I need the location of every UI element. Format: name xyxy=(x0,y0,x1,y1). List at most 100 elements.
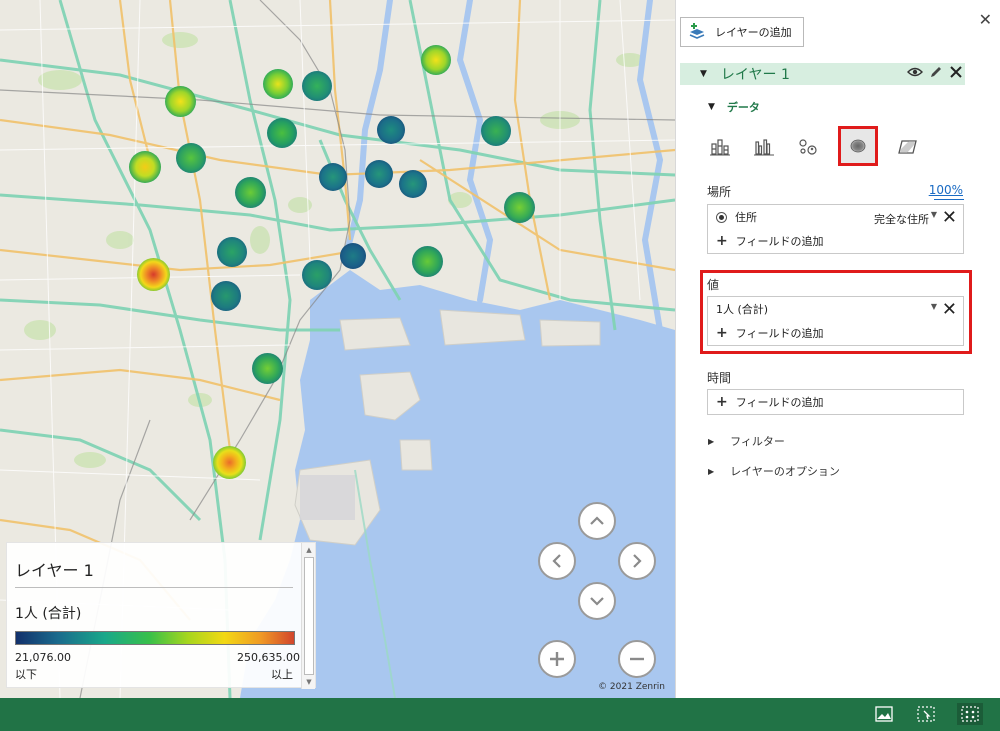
heat-spot[interactable] xyxy=(263,69,293,99)
heat-spot[interactable] xyxy=(302,260,332,290)
heat-spot[interactable] xyxy=(129,151,161,183)
map-labels-button[interactable] xyxy=(871,703,897,725)
scroll-thumb[interactable] xyxy=(304,557,314,675)
remove-field-icon[interactable]: ✕ xyxy=(942,207,957,228)
layer-header[interactable]: ▼ レイヤー 1 xyxy=(680,63,965,85)
heat-spot[interactable] xyxy=(137,258,170,291)
location-field-row[interactable]: 住所 完全な住所 ▼ ✕ xyxy=(708,205,963,229)
legend-min-value: 21,076.00 xyxy=(15,651,71,664)
add-time-field-row[interactable]: + フィールドの追加 xyxy=(708,390,963,414)
expand-triangle-icon: ▶ xyxy=(708,466,715,476)
location-box: 住所 完全な住所 ▼ ✕ + フィールドの追加 xyxy=(707,204,964,254)
legend-scrollbar[interactable]: ▲ ▼ xyxy=(301,543,315,689)
plus-icon: + xyxy=(716,233,728,249)
landscape-icon xyxy=(875,706,893,722)
heat-spot[interactable] xyxy=(504,192,535,223)
heat-spot[interactable] xyxy=(211,281,241,311)
dropdown-arrow-icon[interactable]: ▼ xyxy=(931,302,937,311)
map-view[interactable]: © 2021 Zenrin レイヤー 1 1人 (合計) 21,076.00 2… xyxy=(0,0,675,698)
pencil-icon[interactable] xyxy=(929,65,943,79)
heat-spot[interactable] xyxy=(377,116,405,144)
chevron-up-icon xyxy=(590,516,604,525)
heatmap-button[interactable] xyxy=(838,126,878,166)
heat-spot[interactable] xyxy=(319,163,347,191)
heat-spot[interactable] xyxy=(421,45,451,75)
zoom-in-button[interactable] xyxy=(538,640,576,678)
fit-screen-icon xyxy=(961,706,979,722)
location-field-name: 住所 xyxy=(735,211,757,224)
pan-up-button[interactable] xyxy=(578,502,616,540)
layer-options-label: レイヤーのオプション xyxy=(730,465,840,478)
expand-triangle-icon: ▶ xyxy=(708,436,715,446)
remove-field-icon[interactable]: ✕ xyxy=(942,299,957,320)
value-label: 値 xyxy=(707,278,720,292)
status-bar xyxy=(0,698,1000,731)
plus-icon xyxy=(550,652,564,666)
add-layer-button[interactable]: レイヤーの追加 xyxy=(680,17,804,47)
add-layer-icon xyxy=(689,23,705,39)
add-value-field-row[interactable]: + フィールドの追加 xyxy=(708,321,963,345)
bubble-button[interactable] xyxy=(794,133,822,161)
heat-spot[interactable] xyxy=(176,143,206,173)
pan-left-button[interactable] xyxy=(538,542,576,580)
data-section-header[interactable]: ▼ データ xyxy=(708,99,760,115)
selection-icon xyxy=(917,706,935,722)
filter-label: フィルター xyxy=(730,435,785,448)
bubble-icon xyxy=(799,139,817,155)
location-type-dropdown[interactable]: 完全な住所 xyxy=(874,211,929,227)
layer-name[interactable]: レイヤー 1 xyxy=(721,64,790,84)
data-section-label: データ xyxy=(726,101,760,114)
heat-spot[interactable] xyxy=(399,170,427,198)
fit-to-window-button[interactable] xyxy=(957,703,983,725)
clustered-column-icon xyxy=(754,139,774,156)
radio-selected-icon[interactable] xyxy=(716,211,727,223)
layer-options-section-header[interactable]: ▶ レイヤーのオプション xyxy=(708,463,840,479)
clustered-column-button[interactable] xyxy=(750,133,778,161)
heat-spot[interactable] xyxy=(213,446,246,479)
eye-icon[interactable] xyxy=(907,66,923,78)
heatmap-icon xyxy=(850,139,866,153)
pan-down-button[interactable] xyxy=(578,582,616,620)
delete-layer-icon[interactable] xyxy=(949,65,963,79)
heat-spot[interactable] xyxy=(340,243,366,269)
visualization-type-picker xyxy=(706,126,922,166)
chevron-down-icon xyxy=(590,597,604,606)
legend-layer-name: レイヤー 1 xyxy=(15,561,94,580)
legend-min-label: 以下 xyxy=(15,668,37,681)
heat-spot[interactable] xyxy=(302,71,332,101)
zoom-out-button[interactable] xyxy=(618,640,656,678)
heat-spot[interactable] xyxy=(217,237,247,267)
heat-spot[interactable] xyxy=(165,86,196,117)
scroll-down-arrow-icon[interactable]: ▼ xyxy=(304,677,314,687)
legend-field: 1人 (合計) xyxy=(15,606,82,622)
close-pane-button[interactable]: ✕ xyxy=(979,10,992,29)
map-copyright: © 2021 Zenrin xyxy=(598,682,665,692)
heat-spot[interactable] xyxy=(252,353,283,384)
value-field-row[interactable]: 1人 (合計) ▼ ✕ xyxy=(708,297,963,321)
map-legend[interactable]: レイヤー 1 1人 (合計) 21,076.00 250,635.00 以下 以… xyxy=(6,542,316,689)
heat-spot[interactable] xyxy=(235,177,266,208)
heat-spot[interactable] xyxy=(267,118,297,148)
collapse-triangle-icon[interactable]: ▼ xyxy=(700,69,707,79)
stacked-column-button[interactable] xyxy=(706,133,734,161)
dropdown-arrow-icon[interactable]: ▼ xyxy=(931,210,937,219)
filter-section-header[interactable]: ▶ フィルター xyxy=(708,433,785,449)
location-match-percent[interactable]: 100% xyxy=(929,183,963,197)
chevron-left-icon xyxy=(552,554,561,568)
heat-spot[interactable] xyxy=(481,116,511,146)
value-box: 1人 (合計) ▼ ✕ + フィールドの追加 xyxy=(707,296,964,346)
pan-right-button[interactable] xyxy=(618,542,656,580)
region-button[interactable] xyxy=(894,133,922,161)
time-label: 時間 xyxy=(707,371,732,385)
time-box: + フィールドの追加 xyxy=(707,389,964,415)
heat-spot[interactable] xyxy=(365,160,393,188)
layer-pane: ✕ レイヤーの追加 ▼ レイヤー 1 ▼ データ 場所 100% 住所 完全な住… xyxy=(675,0,1000,698)
select-region-button[interactable] xyxy=(913,703,939,725)
add-field-label: フィールドの追加 xyxy=(735,235,824,248)
scroll-up-arrow-icon[interactable]: ▲ xyxy=(304,545,314,555)
heat-spot[interactable] xyxy=(412,246,443,277)
stacked-column-icon xyxy=(710,139,730,156)
plus-icon: + xyxy=(716,325,728,341)
add-location-field-row[interactable]: + フィールドの追加 xyxy=(708,229,963,253)
legend-max-value: 250,635.00 xyxy=(237,651,300,664)
